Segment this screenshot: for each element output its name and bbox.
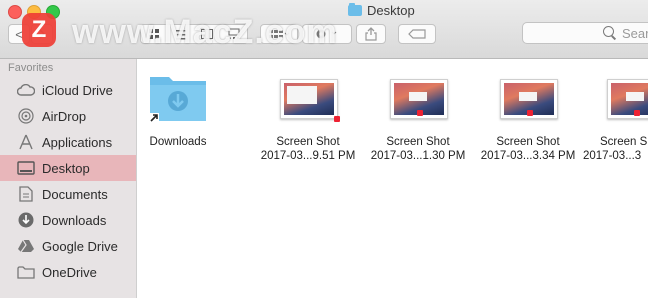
applications-icon <box>17 133 35 151</box>
sidebar-item-label: Downloads <box>42 212 107 228</box>
documents-icon <box>17 185 35 203</box>
window-title: Desktop <box>367 2 415 18</box>
watermark-text: www.MacZ.com <box>72 13 338 51</box>
file-item-screenshot[interactable]: Screen Shot 2017-03...1.30 PM <box>363 71 473 163</box>
sidebar-item-label: Applications <box>42 134 113 150</box>
sidebar-item-label: Documents <box>42 186 108 202</box>
file-name: Screen Shot <box>276 136 340 148</box>
file-date: 2017-03...3.34 PM <box>480 150 576 162</box>
folder-icon <box>147 71 209 125</box>
sidebar-item-icloud-drive[interactable]: iCloud Drive <box>0 77 136 103</box>
sidebar-item-label: OneDrive <box>42 264 97 280</box>
screenshot-thumbnail <box>498 71 558 125</box>
screenshot-thumbnail <box>388 71 448 125</box>
screenshot-thumbnail <box>278 71 340 125</box>
sidebar-item-label: iCloud Drive <box>42 82 113 98</box>
folder-icon <box>348 2 362 16</box>
sidebar-item-applications[interactable]: Applications <box>0 129 136 155</box>
file-browser-area: Downloads Screen Shot 2017-03...9.51 PM <box>137 59 648 298</box>
file-item-screenshot[interactable]: Screen S 2017-03...3 <box>583 71 648 163</box>
sidebar: Favorites iCloud Drive AirDrop Applicati… <box>0 59 137 298</box>
file-name: Downloads <box>149 136 207 148</box>
cloud-icon <box>17 81 35 99</box>
desktop-icon <box>17 159 35 177</box>
file-item-screenshot[interactable]: Screen Shot 2017-03...9.51 PM <box>253 71 363 163</box>
edit-tags-button[interactable] <box>398 24 436 44</box>
file-date: 2017-03...1.30 PM <box>370 150 466 162</box>
window-title-area: Desktop <box>348 2 415 18</box>
file-name: Screen Shot <box>386 136 450 148</box>
toolbar: Desktop < Sear Z www.MacZ.com <box>0 0 648 59</box>
search-icon <box>603 26 614 37</box>
file-date: 2017-03...9.51 PM <box>260 150 356 162</box>
google-drive-icon <box>17 237 35 255</box>
airdrop-icon <box>17 107 35 125</box>
sidebar-item-downloads[interactable]: Downloads <box>0 207 136 233</box>
sidebar-heading-favorites: Favorites <box>8 62 54 74</box>
share-icon <box>365 27 377 41</box>
sidebar-item-label: Google Drive <box>42 238 118 254</box>
sidebar-item-airdrop[interactable]: AirDrop <box>0 103 136 129</box>
search-placeholder: Sear <box>622 26 648 41</box>
finder-window: Desktop < Sear Z www.MacZ.com Favorites … <box>0 0 648 298</box>
sidebar-item-google-drive[interactable]: Google Drive <box>0 233 136 259</box>
file-item-downloads-alias[interactable]: Downloads <box>123 71 233 149</box>
watermark-logo: Z <box>22 13 56 47</box>
sidebar-item-desktop[interactable]: Desktop <box>0 155 136 181</box>
file-item-screenshot[interactable]: Screen Shot 2017-03...3.34 PM <box>473 71 583 163</box>
sidebar-item-onedrive[interactable]: OneDrive <box>0 259 136 285</box>
sidebar-item-label: Desktop <box>42 160 90 176</box>
search-field[interactable]: Sear <box>522 22 648 44</box>
screenshot-thumbnail <box>605 71 648 125</box>
downloads-icon <box>17 211 35 229</box>
close-window-button[interactable] <box>8 5 22 19</box>
tag-icon <box>408 29 426 39</box>
file-name: Screen S <box>600 136 648 148</box>
share-button[interactable] <box>356 24 386 44</box>
folder-icon <box>17 263 35 281</box>
sidebar-item-documents[interactable]: Documents <box>0 181 136 207</box>
file-date: 2017-03...3 <box>583 150 642 162</box>
file-name: Screen Shot <box>496 136 560 148</box>
sidebar-item-label: AirDrop <box>42 108 87 124</box>
